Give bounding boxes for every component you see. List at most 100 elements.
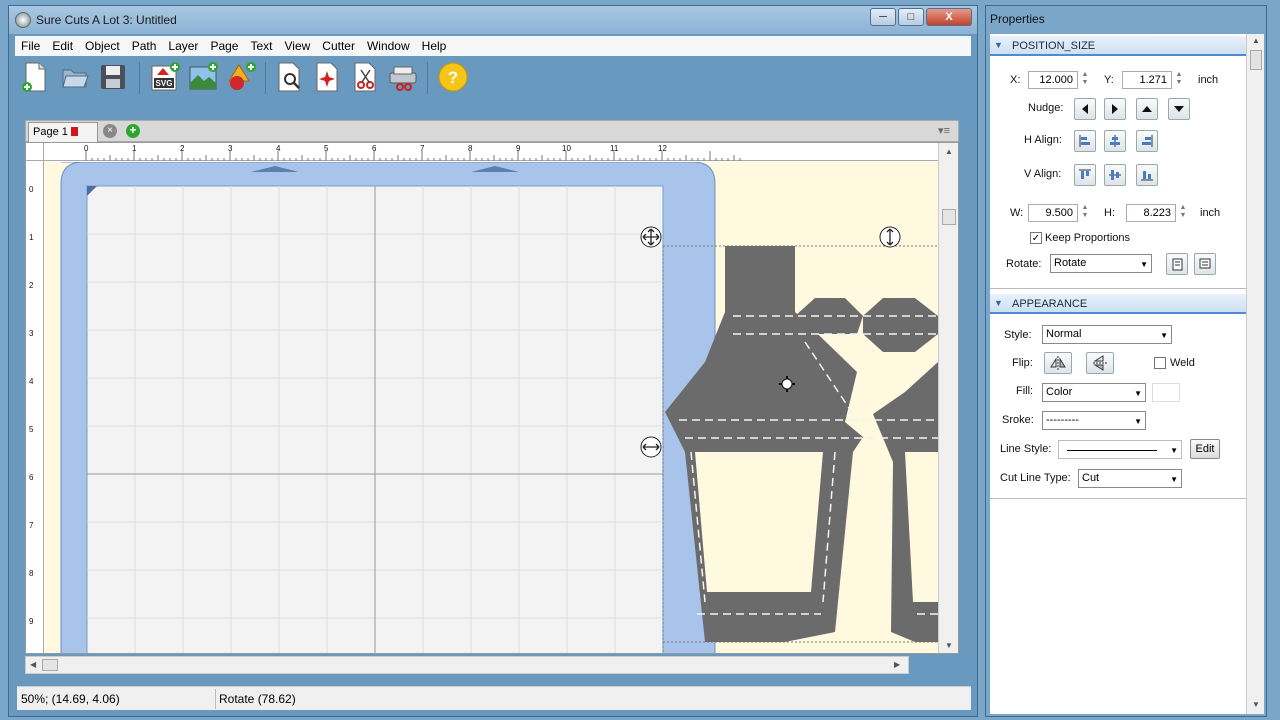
collapse-triangle-icon[interactable]: ▼ xyxy=(994,298,1003,308)
rotate-dropdown[interactable]: Rotate ▼ xyxy=(1050,254,1152,273)
horizontal-scrollbar[interactable]: ◀ ▶ xyxy=(25,656,909,674)
appearance-header[interactable]: ▼ APPEARANCE xyxy=(990,294,1246,314)
import-svg-button[interactable]: SVG xyxy=(149,60,181,94)
nudge-up-button[interactable] xyxy=(1136,98,1158,120)
align-bottom-button[interactable] xyxy=(1136,164,1158,186)
section-divider xyxy=(990,498,1246,499)
arrow-down-icon xyxy=(1174,106,1184,112)
flip-horizontal-button[interactable] xyxy=(1044,352,1072,374)
properties-scrollbar[interactable]: ▲ ▼ xyxy=(1246,34,1264,714)
fill-color-swatch[interactable] xyxy=(1152,383,1180,402)
vertical-ruler: 0 1 2 3 4 5 6 7 8 9 xyxy=(26,161,44,653)
position-size-header[interactable]: ▼ POSITION_SIZE xyxy=(990,36,1246,56)
arrow-left-icon xyxy=(1082,104,1088,114)
w-label: W: xyxy=(1010,207,1024,219)
tab-menu-icon[interactable]: ▾≡ xyxy=(938,124,950,137)
nudge-label: Nudge: xyxy=(1028,102,1064,114)
scroll-down-icon[interactable]: ▼ xyxy=(945,641,953,650)
width-input[interactable]: 9.500 xyxy=(1028,204,1078,222)
cut-button[interactable] xyxy=(349,60,381,94)
add-shape-button[interactable] xyxy=(225,60,257,94)
import-image-button[interactable] xyxy=(187,60,219,94)
menu-help[interactable]: Help xyxy=(416,36,453,53)
weld-checkbox[interactable] xyxy=(1154,357,1166,369)
drawing-canvas[interactable] xyxy=(45,162,938,653)
tab-page-1[interactable]: Page 1 xyxy=(28,122,98,142)
ruler-corner xyxy=(26,143,44,161)
edit-line-style-button[interactable]: Edit xyxy=(1190,439,1220,459)
laser-button[interactable] xyxy=(311,60,343,94)
y-stepper-icon[interactable]: ▲ ▼ xyxy=(1172,71,1186,89)
flip-vertical-button[interactable] xyxy=(1086,352,1114,374)
align-middle-button[interactable] xyxy=(1104,164,1126,186)
horizontal-scroll-thumb[interactable] xyxy=(42,659,58,671)
open-button[interactable] xyxy=(59,60,91,94)
rotate-left-button[interactable] xyxy=(1166,253,1188,275)
align-left-button[interactable] xyxy=(1074,130,1096,152)
scroll-up-icon[interactable]: ▲ xyxy=(1252,36,1260,45)
height-stepper-icon[interactable]: ▲ ▼ xyxy=(1176,204,1190,222)
fill-dropdown[interactable]: Color ▼ xyxy=(1042,383,1146,402)
open-icon xyxy=(62,69,89,88)
menu-page[interactable]: Page xyxy=(204,36,244,53)
collapse-triangle-icon[interactable]: ▼ xyxy=(994,40,1003,50)
nudge-right-button[interactable] xyxy=(1104,98,1126,120)
section-title: POSITION_SIZE xyxy=(1012,40,1096,52)
line-style-dropdown[interactable]: ▼ xyxy=(1058,440,1182,459)
y-label: Y: xyxy=(1104,74,1114,86)
menu-window[interactable]: Window xyxy=(361,36,416,53)
ruler-label: 4 xyxy=(276,144,281,153)
maximize-button[interactable]: □ xyxy=(898,8,924,26)
help-button[interactable]: ? xyxy=(437,60,469,94)
section-title: APPEARANCE xyxy=(1012,298,1088,310)
ruler-label: 3 xyxy=(228,144,233,153)
stroke-value: --------- xyxy=(1046,414,1079,426)
preview-button[interactable] xyxy=(273,60,305,94)
minimize-button[interactable]: ─ xyxy=(870,8,896,26)
menu-view[interactable]: View xyxy=(278,36,316,53)
rotate-value: Rotate xyxy=(1054,257,1087,269)
keep-proportions-checkbox[interactable]: ✓ xyxy=(1030,232,1042,244)
menu-cutter[interactable]: Cutter xyxy=(316,36,361,53)
nudge-left-button[interactable] xyxy=(1074,98,1096,120)
menu-text[interactable]: Text xyxy=(244,36,278,53)
align-right-button[interactable] xyxy=(1136,130,1158,152)
new-document-button[interactable] xyxy=(19,60,51,94)
menu-object[interactable]: Object xyxy=(79,36,126,53)
cut-line-type-dropdown[interactable]: Cut ▼ xyxy=(1078,469,1182,488)
ruler-label: 4 xyxy=(29,377,34,386)
nudge-down-button[interactable] xyxy=(1168,98,1190,120)
keep-proportions-label: Keep Proportions xyxy=(1045,232,1130,244)
menu-edit[interactable]: Edit xyxy=(46,36,79,53)
height-input[interactable]: 8.223 xyxy=(1126,204,1176,222)
chevron-down-icon: ▼ xyxy=(1160,331,1168,340)
scroll-down-icon[interactable]: ▼ xyxy=(1252,700,1260,709)
style-dropdown[interactable]: Normal ▼ xyxy=(1042,325,1172,344)
x-input[interactable]: 12.000 xyxy=(1028,71,1078,89)
stroke-dropdown[interactable]: --------- ▼ xyxy=(1042,411,1146,430)
align-top-button[interactable] xyxy=(1074,164,1096,186)
width-stepper-icon[interactable]: ▲ ▼ xyxy=(1078,204,1092,222)
close-tab-icon[interactable]: × xyxy=(103,124,117,138)
x-stepper-icon[interactable]: ▲ ▼ xyxy=(1078,71,1092,89)
menu-layer[interactable]: Layer xyxy=(162,36,204,53)
vertical-scrollbar[interactable]: ▲ ▼ xyxy=(938,143,958,653)
rotate-right-button[interactable] xyxy=(1194,253,1216,275)
scroll-up-icon[interactable]: ▲ xyxy=(945,147,953,156)
scroll-right-icon[interactable]: ▶ xyxy=(894,660,900,669)
menu-path[interactable]: Path xyxy=(126,36,163,53)
save-button[interactable] xyxy=(97,60,129,94)
cutter-button[interactable] xyxy=(387,60,419,94)
close-button[interactable]: X xyxy=(926,8,972,26)
properties-scroll-thumb[interactable] xyxy=(1250,50,1262,70)
rotate-cw-icon xyxy=(1199,258,1211,269)
svg-badge: SVG xyxy=(156,79,173,88)
menu-file[interactable]: File xyxy=(15,36,46,53)
y-input[interactable]: 1.271 xyxy=(1122,71,1172,89)
scroll-left-icon[interactable]: ◀ xyxy=(30,660,36,669)
title-bar[interactable]: Sure Cuts A Lot 3: Untitled ─ □ X xyxy=(9,6,977,34)
arrow-up-icon xyxy=(1142,106,1152,112)
add-page-icon[interactable]: + xyxy=(126,124,140,138)
align-center-button[interactable] xyxy=(1104,130,1126,152)
vertical-scroll-thumb[interactable] xyxy=(942,209,956,225)
